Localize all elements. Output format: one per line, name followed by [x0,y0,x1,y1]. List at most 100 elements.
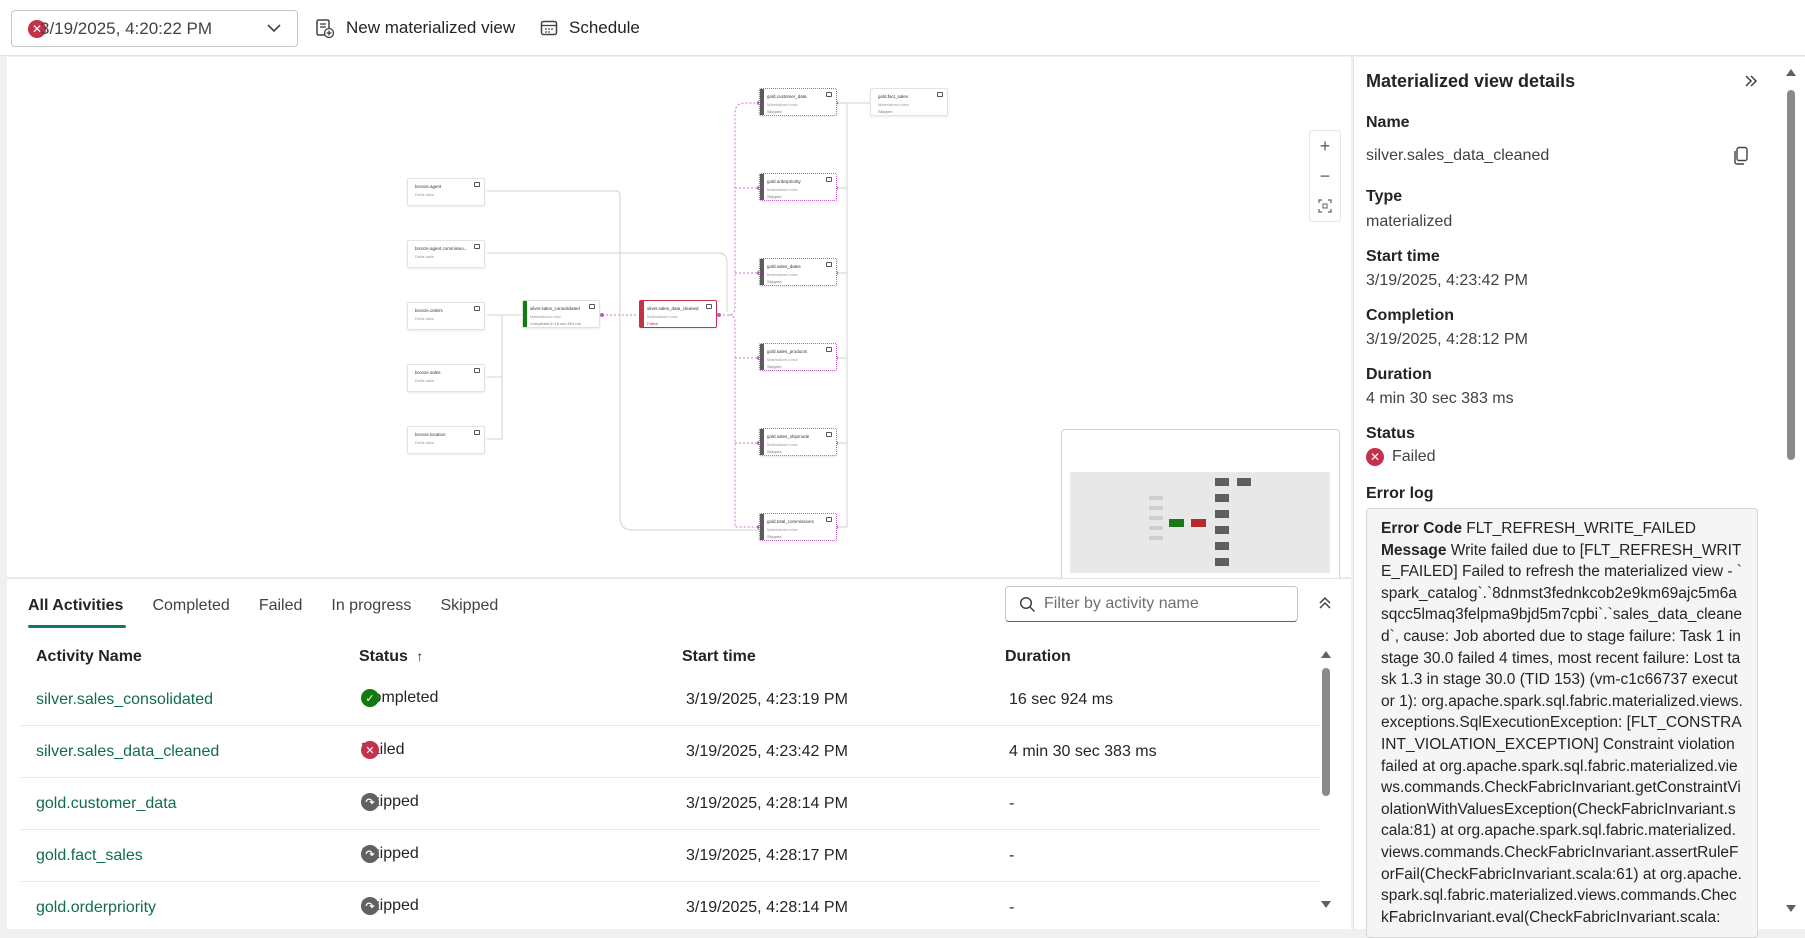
activity-status: ✕ Failed [361,741,405,759]
scroll-up-arrow-icon[interactable] [1779,65,1803,79]
fit-to-view-button[interactable] [1310,191,1340,221]
minimap-node [1149,506,1163,510]
tab-completed[interactable]: Completed [152,597,229,627]
node-subtitle: Materialized view [767,357,798,362]
scroll-up-arrow-icon[interactable] [1319,648,1333,660]
zoom-out-button[interactable]: − [1310,161,1340,191]
node-gold-sales-products[interactable]: gold.sales_products Materialized view Sk… [759,343,837,371]
activity-start-time: 3/19/2025, 4:28:17 PM [686,847,848,864]
node-gold-total-commissions[interactable]: gold.total_commissions Materialized view… [759,513,837,541]
view-icon [706,304,712,309]
lineage-graph-canvas[interactable]: bronze.agent Delta table bronze.agent co… [7,57,1351,615]
activity-name-link[interactable]: silver.sales_data_cleaned [36,743,219,761]
node-title: bronze.sales [415,370,441,375]
activity-status: ↷ Skipped [361,845,419,863]
node-title: bronze.agent commissio... [415,246,468,251]
node-bronze-agent-commission[interactable]: bronze.agent commissio... Delta table [407,240,485,268]
tab-in-progress[interactable]: In progress [331,597,411,627]
view-icon [826,92,832,97]
node-gold-customer-data[interactable]: gold.customer_data Materialized view Ski… [759,88,837,116]
activity-filter-input[interactable]: Filter by activity name [1005,586,1298,622]
node-bronze-orders[interactable]: bronze.orders Delta table [407,302,485,330]
collapse-details-button[interactable] [1743,73,1759,94]
view-icon [826,177,832,182]
materialized-view-details-panel: Materialized view details Name silver.sa… [1353,57,1805,938]
table-row[interactable]: gold.orderpriority ↷ Skipped 3/19/2025, … [20,882,1320,934]
tab-failed[interactable]: Failed [259,597,303,627]
table-row[interactable]: silver.sales_data_cleaned ✕ Failed 3/19/… [20,726,1320,778]
node-gold-fact-sales[interactable]: gold.fact_sales Materialized view Skippe… [870,88,948,116]
node-subtitle: Materialized view [530,314,561,319]
table-icon [474,368,480,373]
activities-panel: All Activities Completed Failed In progr… [7,578,1351,929]
table-row[interactable]: gold.customer_data ↷ Skipped 3/19/2025, … [20,778,1320,830]
activity-name-link[interactable]: gold.orderpriority [36,899,156,917]
table-row[interactable]: silver.sales_consolidated ✓ Completed 3/… [20,674,1320,726]
view-icon [826,517,832,522]
node-gold-sales-shipmode[interactable]: gold.sales_shipmode Materialized view Sk… [759,428,837,456]
column-status[interactable]: Status ↑ [359,648,423,666]
fit-view-icon [1318,199,1332,213]
activity-name-link[interactable]: silver.sales_consolidated [36,691,213,709]
tab-all-activities[interactable]: All Activities [28,597,127,628]
schedule-button[interactable]: Schedule [539,12,640,44]
node-status: Completed in 16 sec 924 ms [530,321,581,326]
node-bronze-agent[interactable]: bronze.agent Delta table [407,178,485,206]
view-icon [826,262,832,267]
table-row[interactable]: gold.fact_sales ↷ Skipped 3/19/2025, 4:2… [20,830,1320,882]
node-subtitle: Delta table [415,254,435,259]
collapse-panel-button[interactable] [1317,594,1333,615]
minimap-node [1191,519,1206,527]
message-label: Message [1381,541,1447,559]
node-silver-sales-data-cleaned[interactable]: silver.sales_data_cleaned Materialized v… [639,300,717,328]
view-icon [826,347,832,352]
skipped-arrow-icon: ↷ [361,897,379,915]
activity-name-link[interactable]: gold.fact_sales [36,847,143,865]
minimap-node [1215,478,1229,486]
run-selector[interactable]: ✕ 3/19/2025, 4:20:22 PM [11,10,298,47]
details-title: Materialized view details [1366,71,1576,91]
node-bronze-sales[interactable]: bronze.sales Delta table [407,364,485,392]
column-activity-name[interactable]: Activity Name [36,648,142,666]
node-gold-sales-dates[interactable]: gold.sales_dates Materialized view Skipp… [759,258,837,286]
minimap-node [1215,510,1229,518]
node-title: gold.sales_products [767,349,808,354]
node-silver-sales-consolidated[interactable]: silver.sales_consolidated Materialized v… [522,300,600,328]
calendar-icon [540,20,558,36]
tab-skipped[interactable]: Skipped [440,597,498,627]
node-subtitle: Delta table [415,192,435,197]
node-status: Skipped [878,109,893,114]
scrollbar-thumb[interactable] [1787,90,1795,460]
scroll-down-arrow-icon[interactable] [1779,902,1803,916]
type-value: materialized [1366,213,1453,230]
activity-duration: 4 min 30 sec 383 ms [1009,743,1157,760]
details-scrollbar[interactable] [1779,57,1803,929]
activity-start-time: 3/19/2025, 4:23:42 PM [686,743,848,760]
duration-value: 4 min 30 sec 383 ms [1366,390,1514,407]
activity-status: ↷ Skipped [361,897,419,915]
run-selector-value: 3/19/2025, 4:20:22 PM [40,18,213,38]
new-view-icon [316,19,335,39]
new-materialized-view-button[interactable]: New materialized view [314,12,515,44]
scroll-down-arrow-icon[interactable] [1319,899,1333,911]
column-start-time[interactable]: Start time [682,648,756,666]
node-title: gold.orderpriority [767,179,801,184]
minimap-node [1149,496,1163,500]
node-title: silver.sales_data_cleaned [647,306,699,311]
copy-name-button[interactable] [1732,146,1750,171]
node-gold-orderpriority[interactable]: gold.orderpriority Materialized view Ski… [759,173,837,201]
column-status-label: Status [359,648,408,665]
chevron-down-icon [267,24,281,33]
activity-name-link[interactable]: gold.customer_data [36,795,177,813]
completion-value: 3/19/2025, 4:28:12 PM [1366,331,1528,348]
node-bronze-location[interactable]: bronze.location Delta table [407,426,485,454]
column-duration[interactable]: Duration [1005,648,1071,666]
chevron-double-up-icon [1319,596,1331,609]
activity-table-scrollbar[interactable] [1319,642,1333,920]
activity-status: ↷ Skipped [361,793,419,811]
zoom-in-button[interactable]: + [1310,131,1340,161]
scrollbar-thumb[interactable] [1322,668,1330,796]
node-title: gold.fact_sales [878,94,909,99]
checkmark-icon: ✓ [361,689,379,707]
node-subtitle: Delta table [415,316,435,321]
